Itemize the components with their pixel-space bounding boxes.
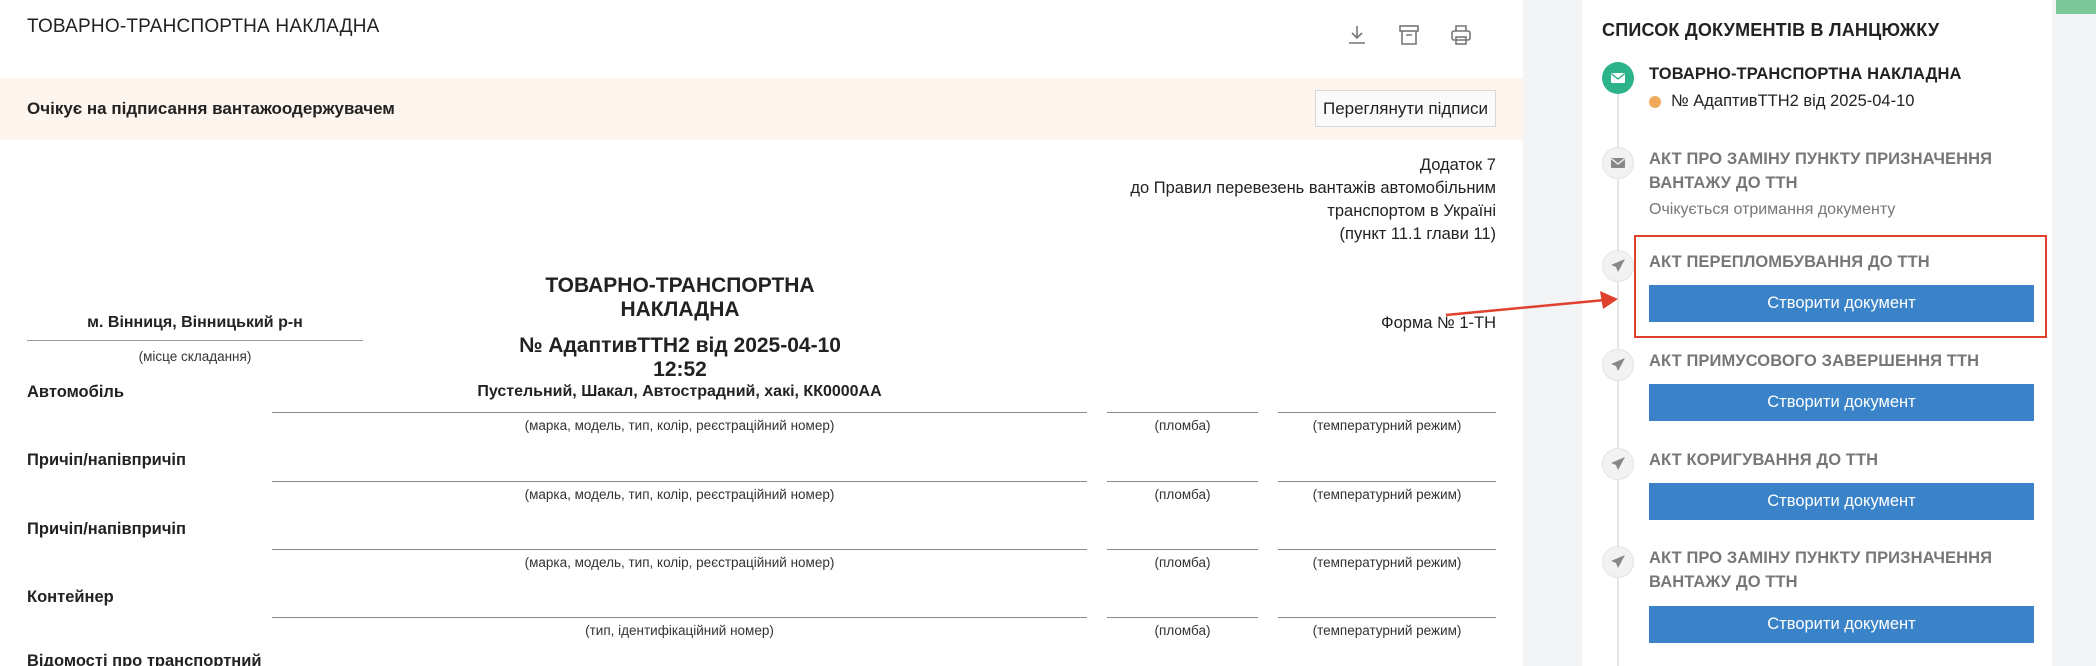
annex-line: (пункт 11.1 глави 11) <box>1339 225 1496 243</box>
chain-node <box>1602 448 1634 480</box>
document-number: № АдаптивТТН2 від 2025-04-10 12:52 <box>519 334 841 381</box>
seal-line <box>1107 617 1258 618</box>
create-document-button[interactable]: Створити документ <box>1649 483 2034 520</box>
field-line <box>272 617 1087 618</box>
document-header-title: ТОВАРНО-ТРАНСПОРТНА НАКЛАДНА <box>27 16 380 37</box>
chain-item-number: № АдаптивТТН2 від 2025-04-10 <box>1671 92 1915 110</box>
temp-line <box>1278 617 1496 618</box>
field-caption: (тип, ідентифікаційний номер) <box>585 623 774 638</box>
document-title-block: ТОВАРНО-ТРАНСПОРТНА НАКЛАДНА № АдаптивТТ… <box>500 274 860 382</box>
chain-item-title: АКТ КОРИГУВАННЯ ДО ТТН <box>1649 451 1879 469</box>
chain-item-wait-text: Очікується отримання документу <box>1649 201 1896 218</box>
annex-reference: Додаток 7 до Правил перевезень вантажів … <box>1130 154 1496 246</box>
chain-node <box>1602 250 1634 282</box>
status-dot <box>1649 95 1661 108</box>
envelope-icon <box>1611 73 1625 83</box>
temp-caption: (температурний режим) <box>1312 487 1462 502</box>
send-icon <box>1611 457 1625 470</box>
chain-item-title: АКТ ПРО ЗАМІНУ ПУНКТУ ПРИЗНАЧЕННЯ ВАНТАЖ… <box>1649 150 1993 192</box>
row-label-vehicle: Автомобіль <box>27 383 125 401</box>
row-label-trailer: Причіп/напівпричіп <box>27 451 186 469</box>
field-line <box>272 412 1087 413</box>
view-signatures-button[interactable]: Переглянути підписи <box>1314 90 1496 127</box>
print-button[interactable] <box>1446 20 1476 50</box>
print-icon <box>1451 25 1471 45</box>
annotation-arrow <box>1445 291 1618 317</box>
annex-line: до Правил перевезень вантажів автомобіль… <box>1130 179 1496 197</box>
seal-caption: (пломба) <box>1154 555 1211 570</box>
temp-line <box>1278 412 1496 413</box>
temp-line <box>1278 481 1496 482</box>
chain-item-title: ТОВАРНО-ТРАНСПОРТНА НАКЛАДНА <box>1649 65 1962 83</box>
archive-button[interactable] <box>1394 20 1424 50</box>
right-edge-strip <box>2058 0 2096 666</box>
archive-icon <box>1399 25 1419 45</box>
chain-item-title: АКТ ПРИМУСОВОГО ЗАВЕРШЕННЯ ТТН <box>1649 352 1980 370</box>
row-value-vehicle: Пустельний, Шакал, Автострадний, хакі, К… <box>477 383 882 400</box>
temp-line <box>1278 549 1496 550</box>
status-text: Очікує на підписання вантажоодержувачем <box>27 99 395 118</box>
annex-line: транспортом в Україні <box>1327 202 1496 220</box>
chain-node <box>1602 546 1634 578</box>
status-bar: Очікує на підписання вантажоодержувачем … <box>0 78 1523 140</box>
send-icon <box>1611 259 1625 272</box>
chain-item-subtitle: № АдаптивТТН2 від 2025-04-10 <box>1649 92 1914 111</box>
download-icon <box>1349 26 1365 44</box>
row-label-trailer: Причіп/напівпричіп <box>27 520 186 538</box>
temp-caption: (температурний режим) <box>1312 623 1462 638</box>
envelope-icon <box>1611 158 1625 168</box>
send-icon <box>1611 555 1625 568</box>
field-caption: (марка, модель, тип, колір, реєстраційни… <box>524 487 835 502</box>
seal-line <box>1107 481 1258 482</box>
chain-item-title: АКТ ПРО ЗАМІНУ ПУНКТУ ПРИЗНАЧЕННЯ ВАНТАЖ… <box>1649 549 1993 591</box>
edge-tab[interactable] <box>2056 0 2096 14</box>
chain-node <box>1602 147 1634 179</box>
seal-line <box>1107 412 1258 413</box>
annex-line: Додаток 7 <box>1419 156 1496 174</box>
create-document-button[interactable]: Створити документ <box>1649 606 2034 643</box>
place-of-issue: м. Вінниця, Вінницький р-н <box>27 314 363 341</box>
temp-caption: (температурний режим) <box>1312 555 1462 570</box>
place-caption: (місце складання) <box>138 349 252 364</box>
field-line <box>272 549 1087 550</box>
create-document-button[interactable]: Створити документ <box>1649 384 2034 421</box>
chain-node <box>1602 349 1634 381</box>
chain-node <box>1602 62 1634 94</box>
send-icon <box>1611 358 1625 371</box>
highlight-box <box>1634 235 2047 338</box>
seal-caption: (пломба) <box>1154 487 1211 502</box>
field-caption: (марка, модель, тип, колір, реєстраційни… <box>524 555 835 570</box>
document-panel: ТОВАРНО-ТРАНСПОРТНА НАКЛАДНА Очікує на п… <box>0 0 1523 666</box>
seal-caption: (пломба) <box>1154 623 1211 638</box>
field-line <box>272 481 1087 482</box>
document-toolbar <box>1342 20 1476 50</box>
field-caption: (марка, модель, тип, колір, реєстраційни… <box>524 418 835 433</box>
seal-caption: (пломба) <box>1154 418 1211 433</box>
row-label-container: Контейнер <box>27 588 114 606</box>
sidebar-title: СПИСОК ДОКУМЕНТІВ В ЛАНЦЮЖКУ <box>1602 20 1940 40</box>
seal-line <box>1107 549 1258 550</box>
temp-caption: (температурний режим) <box>1312 418 1462 433</box>
download-button[interactable] <box>1342 20 1372 50</box>
document-title: ТОВАРНО-ТРАНСПОРТНА НАКЛАДНА <box>545 274 815 321</box>
transport-info-label: Відомості про транспортний <box>27 652 262 666</box>
